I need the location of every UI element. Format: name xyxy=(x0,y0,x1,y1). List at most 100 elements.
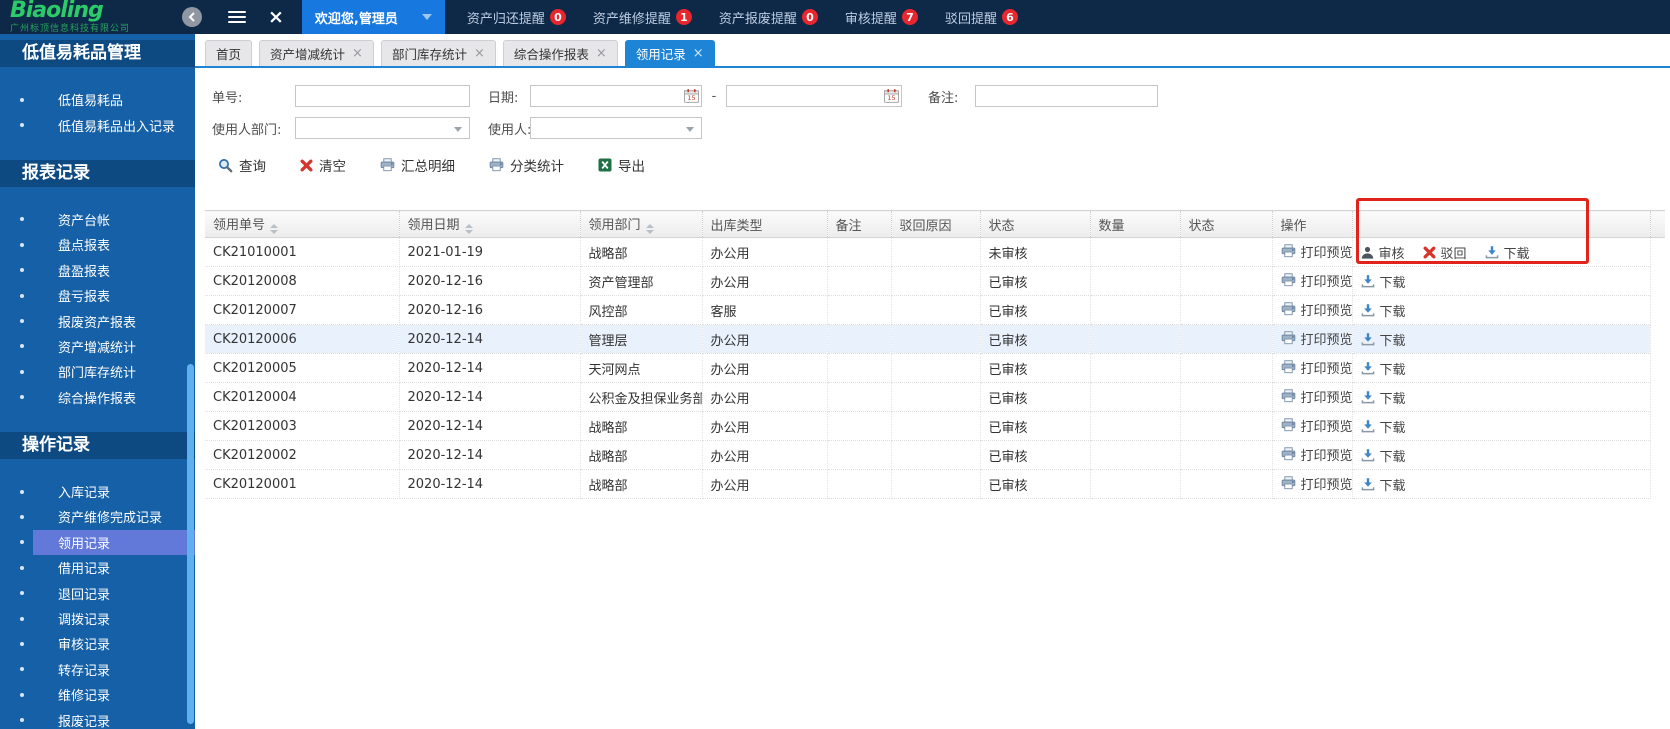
notification-item[interactable]: 审核提醒 7 xyxy=(845,8,918,27)
print-preview-link[interactable]: 打印预览 xyxy=(1281,416,1351,435)
tab-close-icon[interactable]: × xyxy=(693,47,704,60)
download-link[interactable]: 下载 xyxy=(1485,243,1530,262)
user-dept-select[interactable] xyxy=(295,117,470,139)
qty-cell xyxy=(1090,237,1181,267)
close-button[interactable]: × xyxy=(268,7,284,27)
sidebar-item[interactable]: 审核记录 xyxy=(0,631,195,656)
tab-close-icon[interactable]: × xyxy=(474,47,485,60)
bullet-icon xyxy=(20,217,24,222)
sidebar-item[interactable]: 低值易耗品出入记录 xyxy=(0,112,195,137)
download-link[interactable]: 下载 xyxy=(1361,330,1406,349)
date-from-input[interactable] xyxy=(530,85,702,107)
sidebar-item[interactable]: 退回记录 xyxy=(0,580,195,605)
sidebar-item[interactable]: 报废记录 xyxy=(0,707,195,729)
table-row[interactable]: CK20120002 2020-12-14 战略部 办公用 已审核 打印预览 下载 xyxy=(205,440,1665,470)
clear-button[interactable]: 清空 xyxy=(300,155,346,175)
status-cell: 已审核 xyxy=(980,411,1091,441)
print-preview-link[interactable]: 打印预览 xyxy=(1281,358,1352,377)
download-link[interactable]: 下载 xyxy=(1361,388,1406,407)
print-preview-link[interactable]: 打印预览 xyxy=(1281,271,1351,290)
print-preview-link[interactable]: 打印预览 xyxy=(1281,300,1351,319)
table-row[interactable]: CK20120003 2020-12-14 战略部 办公用 已审核 打印预览 下载 xyxy=(205,411,1665,441)
button-label: 导出 xyxy=(618,159,645,175)
print-preview-link[interactable]: 打印预览 xyxy=(1281,329,1351,348)
sidebar-item[interactable]: 盘点报表 xyxy=(0,232,195,257)
sidebar-item[interactable]: 资产增减统计 xyxy=(0,334,195,359)
notification-item[interactable]: 资产报废提醒 0 xyxy=(719,8,818,27)
tab-close-icon[interactable]: × xyxy=(352,47,363,60)
sidebar-item[interactable]: 调拨记录 xyxy=(0,606,195,631)
download-link[interactable]: 下载 xyxy=(1361,272,1406,291)
action-label: 打印预览 xyxy=(1300,448,1352,464)
notification-item[interactable]: 驳回提醒 6 xyxy=(945,8,1018,27)
column-header[interactable]: 领用单号 xyxy=(205,210,400,238)
sidebar-item[interactable]: 入库记录 xyxy=(0,479,195,504)
sidebar-item[interactable]: 维修记录 xyxy=(0,682,195,707)
print-preview-link[interactable]: 打印预览 xyxy=(1281,242,1351,261)
notification-item[interactable]: 资产归还提醒 0 xyxy=(467,8,566,27)
sidebar-item[interactable]: 资产维修完成记录 xyxy=(0,504,195,529)
qty-cell xyxy=(1090,324,1181,354)
tab[interactable]: 领用记录 × xyxy=(624,40,715,66)
table-row[interactable]: CK21010001 2021-01-19 战略部 办公用 未审核 打印预览 审核 驳回 下载 xyxy=(205,237,1665,267)
print-preview-link[interactable]: 打印预览 xyxy=(1281,474,1351,493)
export-button[interactable]: 导出 xyxy=(598,155,645,175)
table-row[interactable]: CK20120008 2020-12-16 资产管理部 办公用 已审核 打印预览 下载 xyxy=(205,266,1665,296)
calendar-icon[interactable]: 15 xyxy=(684,89,699,103)
user-select[interactable] xyxy=(530,117,702,139)
user-menu-button[interactable]: 欢迎您,管理员 xyxy=(301,0,445,34)
print-preview-link[interactable]: 打印预览 xyxy=(1281,387,1351,406)
tab[interactable]: 综合操作报表 × xyxy=(502,40,618,66)
sidebar-section-title[interactable]: 报表记录 xyxy=(0,159,195,187)
table-row[interactable]: CK20120001 2020-12-14 战略部 办公用 已审核 打印预览 下载 xyxy=(205,469,1665,499)
table-row[interactable]: CK20120007 2020-12-16 风控部 客服 已审核 打印预览 下载 xyxy=(205,295,1665,325)
column-header[interactable]: 领用部门 xyxy=(580,210,703,238)
audit-link[interactable]: 审核 xyxy=(1361,243,1405,262)
chevron-left-icon xyxy=(188,12,196,22)
table-row[interactable]: CK20120004 2020-12-14 公积金及担保业务部 办公用 已审核 打印预览 下… xyxy=(205,382,1665,412)
summary-detail-button[interactable]: 汇总明细 xyxy=(380,155,455,175)
download-link[interactable]: 下载 xyxy=(1361,301,1406,320)
download-icon xyxy=(1361,477,1375,491)
tab[interactable]: 首页 xyxy=(205,40,253,66)
sidebar-collapse-button[interactable] xyxy=(182,7,202,27)
order-no-cell: CK20120005 xyxy=(205,353,400,383)
sidebar-item[interactable]: 转存记录 xyxy=(0,657,195,682)
calendar-icon[interactable]: 15 xyxy=(884,89,899,103)
category-stats-button[interactable]: 分类统计 xyxy=(489,155,564,175)
sidebar-item[interactable]: 综合操作报表 xyxy=(0,385,195,410)
table-row[interactable]: CK20120006 2020-12-14 管理层 办公用 已审核 打印预览 下载 xyxy=(205,324,1665,354)
sidebar-item[interactable]: 资产台帐 xyxy=(0,207,195,232)
menu-toggle-button[interactable] xyxy=(228,11,246,23)
sidebar-item[interactable]: 借用记录 xyxy=(0,555,195,580)
notification-item[interactable]: 资产维修提醒 1 xyxy=(593,8,692,27)
download-link[interactable]: 下载 xyxy=(1361,475,1406,494)
date-to-input[interactable] xyxy=(726,85,902,107)
sidebar-item[interactable]: 低值易耗品 xyxy=(0,87,195,112)
sidebar-section-title[interactable]: 低值易耗品管理 xyxy=(0,40,195,67)
search-button[interactable]: 查询 xyxy=(218,155,266,175)
sidebar-item[interactable]: 盘盈报表 xyxy=(0,258,195,283)
action-label: 打印预览 xyxy=(1300,361,1352,377)
download-link[interactable]: 下载 xyxy=(1361,417,1406,436)
tab-close-icon[interactable]: × xyxy=(596,47,607,60)
download-icon xyxy=(1361,303,1375,317)
tab[interactable]: 部门库存统计 × xyxy=(380,40,496,66)
download-link[interactable]: 下载 xyxy=(1361,446,1406,465)
sidebar-item[interactable]: 领用记录 xyxy=(0,529,195,556)
column-header[interactable]: 领用日期 xyxy=(399,210,581,238)
column-header-label: 数量 xyxy=(1098,218,1125,234)
tab[interactable]: 资产增减统计 × xyxy=(259,40,374,66)
sidebar-item[interactable]: 报废资产报表 xyxy=(0,308,195,333)
sidebar-item[interactable]: 盘亏报表 xyxy=(0,283,195,308)
sidebar-section-title[interactable]: 操作记录 xyxy=(0,431,195,459)
remark-input[interactable] xyxy=(975,85,1158,107)
reject-link[interactable]: 驳回 xyxy=(1423,243,1467,262)
status-cell: 已审核 xyxy=(980,440,1091,470)
order-no-input[interactable] xyxy=(295,85,470,107)
sidebar-scrollbar[interactable] xyxy=(187,364,194,724)
download-link[interactable]: 下载 xyxy=(1361,359,1406,378)
print-preview-link[interactable]: 打印预览 xyxy=(1281,445,1352,464)
table-row[interactable]: CK20120005 2020-12-14 天河网点 办公用 已审核 打印预览 下载 xyxy=(205,353,1665,383)
sidebar-item[interactable]: 部门库存统计 xyxy=(0,359,195,384)
